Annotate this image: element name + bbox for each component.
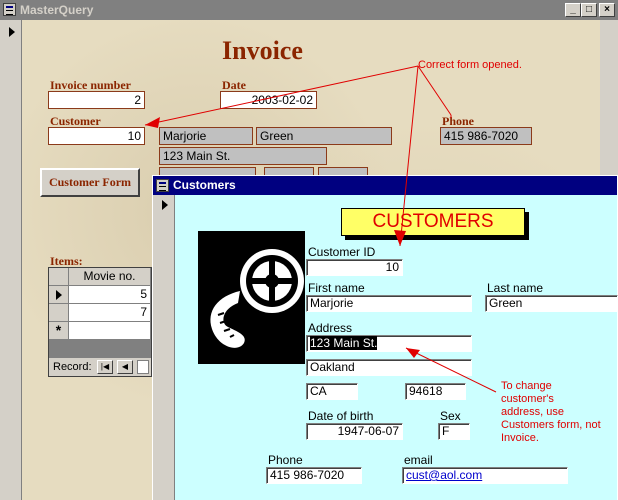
arrow-line-3: [417, 65, 452, 116]
annotation-change-address: To change customer's address, use Custom…: [501, 380, 601, 445]
arrow-to-customer-id: [399, 65, 419, 247]
annotation-line: Invoice.: [501, 432, 539, 444]
annotation-line: To change: [501, 380, 552, 392]
annotation-line: address, use: [501, 406, 564, 418]
arrowhead-address-icon: [406, 348, 420, 358]
annotation-line: customer's: [501, 393, 554, 405]
annotation-correct-form: Correct form opened.: [418, 59, 522, 71]
arrow-to-customer-field: [144, 65, 419, 126]
arrowhead-customer-id-icon: [394, 230, 406, 246]
arrow-to-address: [405, 347, 497, 393]
annotation-line: Customers form, not: [501, 419, 601, 431]
arrowhead-customer-icon: [145, 117, 160, 128]
